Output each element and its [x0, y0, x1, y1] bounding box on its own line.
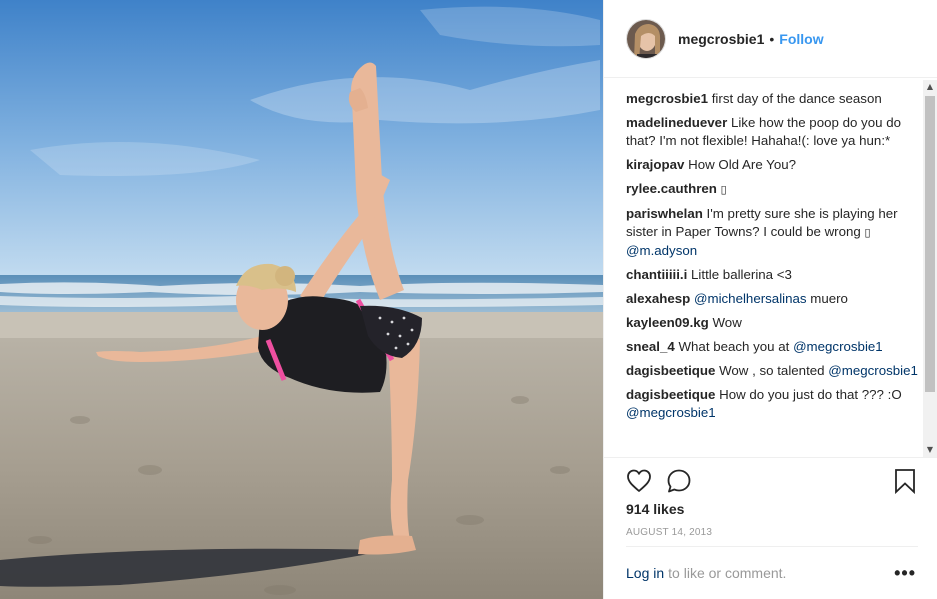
login-footer: Log in to like or comment. •••	[626, 546, 918, 599]
comment-text: first day of the dance season	[708, 91, 882, 106]
comment-username[interactable]: kirajopav	[626, 157, 684, 172]
comment-text: What beach you at	[674, 339, 794, 354]
comment-item: megcrosbie1 first day of the dance seaso…	[626, 90, 918, 108]
emoji-placeholder-icon: ▯	[864, 226, 871, 239]
post-author-username[interactable]: megcrosbie1	[678, 31, 764, 47]
scroll-thumb[interactable]	[925, 96, 935, 392]
post-date[interactable]: AUGUST 14, 2013	[626, 527, 712, 538]
comment-username[interactable]: megcrosbie1	[626, 91, 708, 106]
more-options-icon[interactable]: •••	[894, 563, 916, 584]
comment-text: Little ballerina <3	[687, 267, 792, 282]
comment-username[interactable]: pariswhelan	[626, 206, 703, 221]
post-header: megcrosbie1 • Follow	[604, 0, 937, 78]
comment-item: rylee.cauthren ▯	[626, 180, 918, 199]
avatar[interactable]	[626, 18, 666, 59]
comment-mention[interactable]: @megcrosbie1	[793, 339, 883, 354]
comment-mention[interactable]: @m.adyson	[626, 243, 697, 258]
comment-mention[interactable]: @megcrosbie1	[828, 363, 918, 378]
comment-text: muero	[806, 291, 848, 306]
follow-button[interactable]: Follow	[779, 31, 823, 47]
comments-scrollbar[interactable]: ▲ ▼	[923, 80, 937, 457]
comment-username[interactable]: rylee.cauthren	[626, 181, 717, 196]
comment-username[interactable]: chantiiiii.i	[626, 267, 687, 282]
comment-username[interactable]: madelineduever	[626, 115, 727, 130]
comment-username[interactable]: kayleen09.kg	[626, 315, 709, 330]
scroll-up-arrow-icon[interactable]: ▲	[923, 80, 937, 94]
comment-username[interactable]: alexahesp	[626, 291, 690, 306]
heart-icon[interactable]	[626, 468, 652, 494]
comment-item: sneal_4 What beach you at @megcrosbie1	[626, 338, 918, 356]
comment-mention[interactable]: @megcrosbie1	[626, 405, 716, 420]
comment-item: alexahesp @michelhersalinas muero	[626, 290, 918, 308]
speech-bubble-icon[interactable]	[666, 468, 692, 494]
login-link[interactable]: Log in	[626, 565, 664, 581]
comment-item: kirajopav How Old Are You?	[626, 156, 918, 174]
comments-list[interactable]: megcrosbie1 first day of the dance seaso…	[626, 90, 918, 455]
comment-username[interactable]: dagisbeetique	[626, 363, 715, 378]
comment-text: How Old Are You?	[684, 157, 797, 172]
comment-item: chantiiiii.i Little ballerina <3	[626, 266, 918, 284]
likes-count[interactable]: 914 likes	[626, 501, 684, 517]
bookmark-icon[interactable]	[892, 468, 918, 495]
comment-text: Wow , so talented	[715, 363, 829, 378]
comment-text: Wow	[708, 315, 742, 330]
comment-item: dagisbeetique How do you just do that ??…	[626, 386, 918, 422]
emoji-placeholder-icon: ▯	[720, 183, 727, 196]
login-prompt-text: to like or comment.	[668, 565, 787, 581]
comment-item: dagisbeetique Wow , so talented @megcros…	[626, 362, 918, 380]
post-side-panel: megcrosbie1 • Follow megcrosbie1 first d…	[603, 0, 937, 599]
comment-username[interactable]: dagisbeetique	[626, 387, 715, 402]
post-photo[interactable]	[0, 0, 603, 599]
comment-username[interactable]: sneal_4	[626, 339, 675, 354]
comment-item: madelineduever Like how the poop do you …	[626, 114, 918, 150]
avatar-image	[627, 19, 665, 58]
separator-dot: •	[769, 30, 775, 47]
comment-item: kayleen09.kg Wow	[626, 314, 918, 332]
comment-mention[interactable]: @michelhersalinas	[690, 291, 807, 306]
scroll-down-arrow-icon[interactable]: ▼	[923, 443, 937, 457]
beach-dancer-image	[0, 0, 603, 599]
post-actions	[604, 457, 937, 501]
comment-item: pariswhelan I'm pretty sure she is playi…	[626, 205, 918, 260]
comment-text: How do you just do that ??? :O	[715, 387, 902, 402]
